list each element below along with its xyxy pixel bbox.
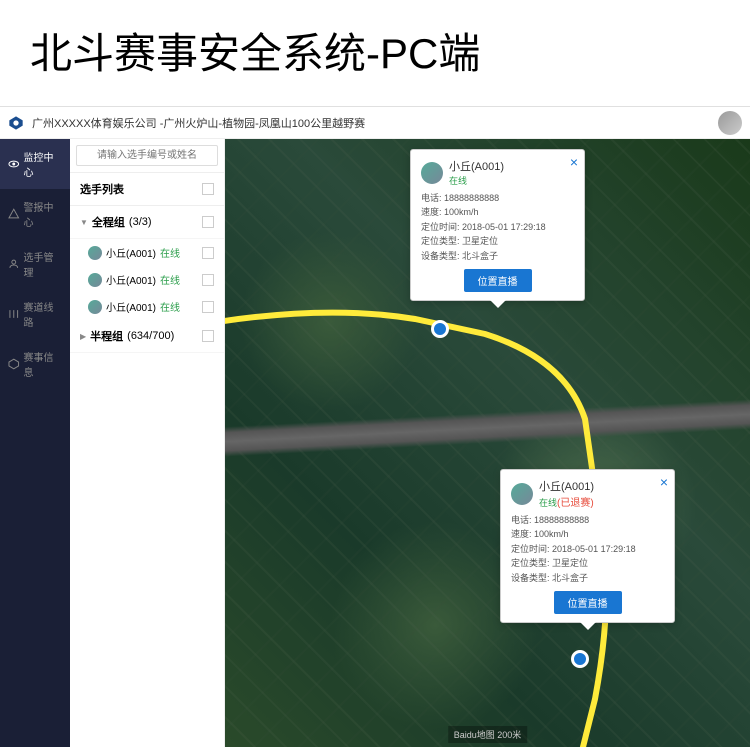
popup-speed: 速度: 100km/h [511,527,664,541]
player-avatar-icon [88,246,102,260]
popup-phone: 电话: 18888888888 [511,513,664,527]
popup-speed: 速度: 100km/h [421,205,574,219]
chevron-down-icon: ▼ [80,218,88,227]
route-icon [8,308,20,320]
close-icon[interactable]: × [570,154,578,170]
sidebar-item-players[interactable]: 选手管理 [0,239,70,289]
group-checkbox[interactable] [202,216,214,228]
player-name: 小丘(A001) [106,272,156,287]
popup-status: 在线 [449,174,504,187]
player-checkbox[interactable] [202,247,214,259]
popup-name: 小丘(A001) [539,478,594,494]
panel-header-text: 选手列表 [80,181,124,197]
popup-avatar-icon [421,162,443,184]
player-status: 在线 [160,299,180,314]
sidebar-label: 赛事信息 [24,349,62,379]
player-popup: × 小丘(A001) 在线 电话: 18888888888 速度: 100km/… [410,149,585,301]
group-label: 全程组 [92,214,125,230]
popup-dev-type: 设备类型: 北斗盒子 [421,249,574,263]
users-icon [8,258,20,270]
player-popup: × 小丘(A001) 在线(已退赛) 电话: 18888888888 速度: 1… [500,469,675,623]
sidebar-item-info[interactable]: 赛事信息 [0,339,70,389]
popup-status: 在线 [539,498,557,508]
sidebar-label: 选手管理 [24,249,62,279]
info-icon [8,358,20,370]
player-row[interactable]: 小丘(A001) 在线 [70,293,224,320]
logo-icon [8,115,24,131]
alert-icon [8,208,20,220]
sidebar-item-route[interactable]: 赛道线路 [0,289,70,339]
chevron-right-icon: ▶ [80,332,86,341]
sidebar-label: 赛道线路 [24,299,62,329]
player-avatar-icon [88,300,102,314]
group-full[interactable]: ▼ 全程组 (3/3) [70,206,224,239]
player-row[interactable]: 小丘(A001) 在线 [70,266,224,293]
search-input[interactable] [76,145,218,166]
player-checkbox[interactable] [202,274,214,286]
player-row[interactable]: 小丘(A001) 在线 [70,239,224,266]
group-checkbox[interactable] [202,330,214,342]
group-count: (3/3) [129,216,152,228]
group-label: 半程组 [90,328,123,344]
map-attribution: Baidu地图 200米 [448,726,528,743]
player-name: 小丘(A001) [106,299,156,314]
search-box [70,139,224,173]
popup-retired: (已退赛) [557,498,594,509]
player-status: 在线 [160,272,180,287]
sidebar: 监控中心 警报中心 选手管理 赛道线路 赛事信息 [0,139,70,747]
sidebar-label: 警报中心 [24,199,62,229]
map-area[interactable]: × 小丘(A001) 在线 电话: 18888888888 速度: 100km/… [225,139,750,747]
live-location-button[interactable]: 位置直播 [554,591,622,614]
player-checkbox[interactable] [202,301,214,313]
player-marker[interactable] [431,320,449,338]
popup-time: 定位时间: 2018-05-01 17:29:18 [421,220,574,234]
panel-header: 选手列表 [70,173,224,206]
top-bar: 广州XXXXX体育娱乐公司 -广州火炉山-植物园-凤凰山100公里越野赛 [0,107,750,139]
main-area: 监控中心 警报中心 选手管理 赛道线路 赛事信息 [0,139,750,747]
user-avatar[interactable] [718,111,742,135]
popup-dev-type: 设备类型: 北斗盒子 [511,571,664,585]
popup-loc-type: 定位类型: 卫星定位 [511,556,664,570]
sidebar-label: 监控中心 [24,149,62,179]
player-avatar-icon [88,273,102,287]
breadcrumb: 广州XXXXX体育娱乐公司 -广州火炉山-植物园-凤凰山100公里越野赛 [32,115,718,131]
sidebar-item-alert[interactable]: 警报中心 [0,189,70,239]
popup-time: 定位时间: 2018-05-01 17:29:18 [511,542,664,556]
sidebar-item-monitor[interactable]: 监控中心 [0,139,70,189]
group-half[interactable]: ▶ 半程组 (634/700) [70,320,224,353]
popup-avatar-icon [511,483,533,505]
popup-loc-type: 定位类型: 卫星定位 [421,234,574,248]
player-name: 小丘(A001) [106,245,156,260]
live-location-button[interactable]: 位置直播 [464,269,532,292]
player-marker[interactable] [571,650,589,668]
popup-name: 小丘(A001) [449,158,504,174]
close-icon[interactable]: × [660,474,668,490]
eye-icon [8,158,20,170]
player-status: 在线 [160,245,180,260]
group-count: (634/700) [127,330,174,342]
page-title: 北斗赛事安全系统-PC端 [0,0,750,106]
player-panel: 选手列表 ▼ 全程组 (3/3) 小丘(A001) 在线 小丘(A001) 在线 [70,139,225,747]
popup-phone: 电话: 18888888888 [421,191,574,205]
app-container: 广州XXXXX体育娱乐公司 -广州火炉山-植物园-凤凰山100公里越野赛 监控中… [0,106,750,746]
select-all-checkbox[interactable] [202,183,214,195]
